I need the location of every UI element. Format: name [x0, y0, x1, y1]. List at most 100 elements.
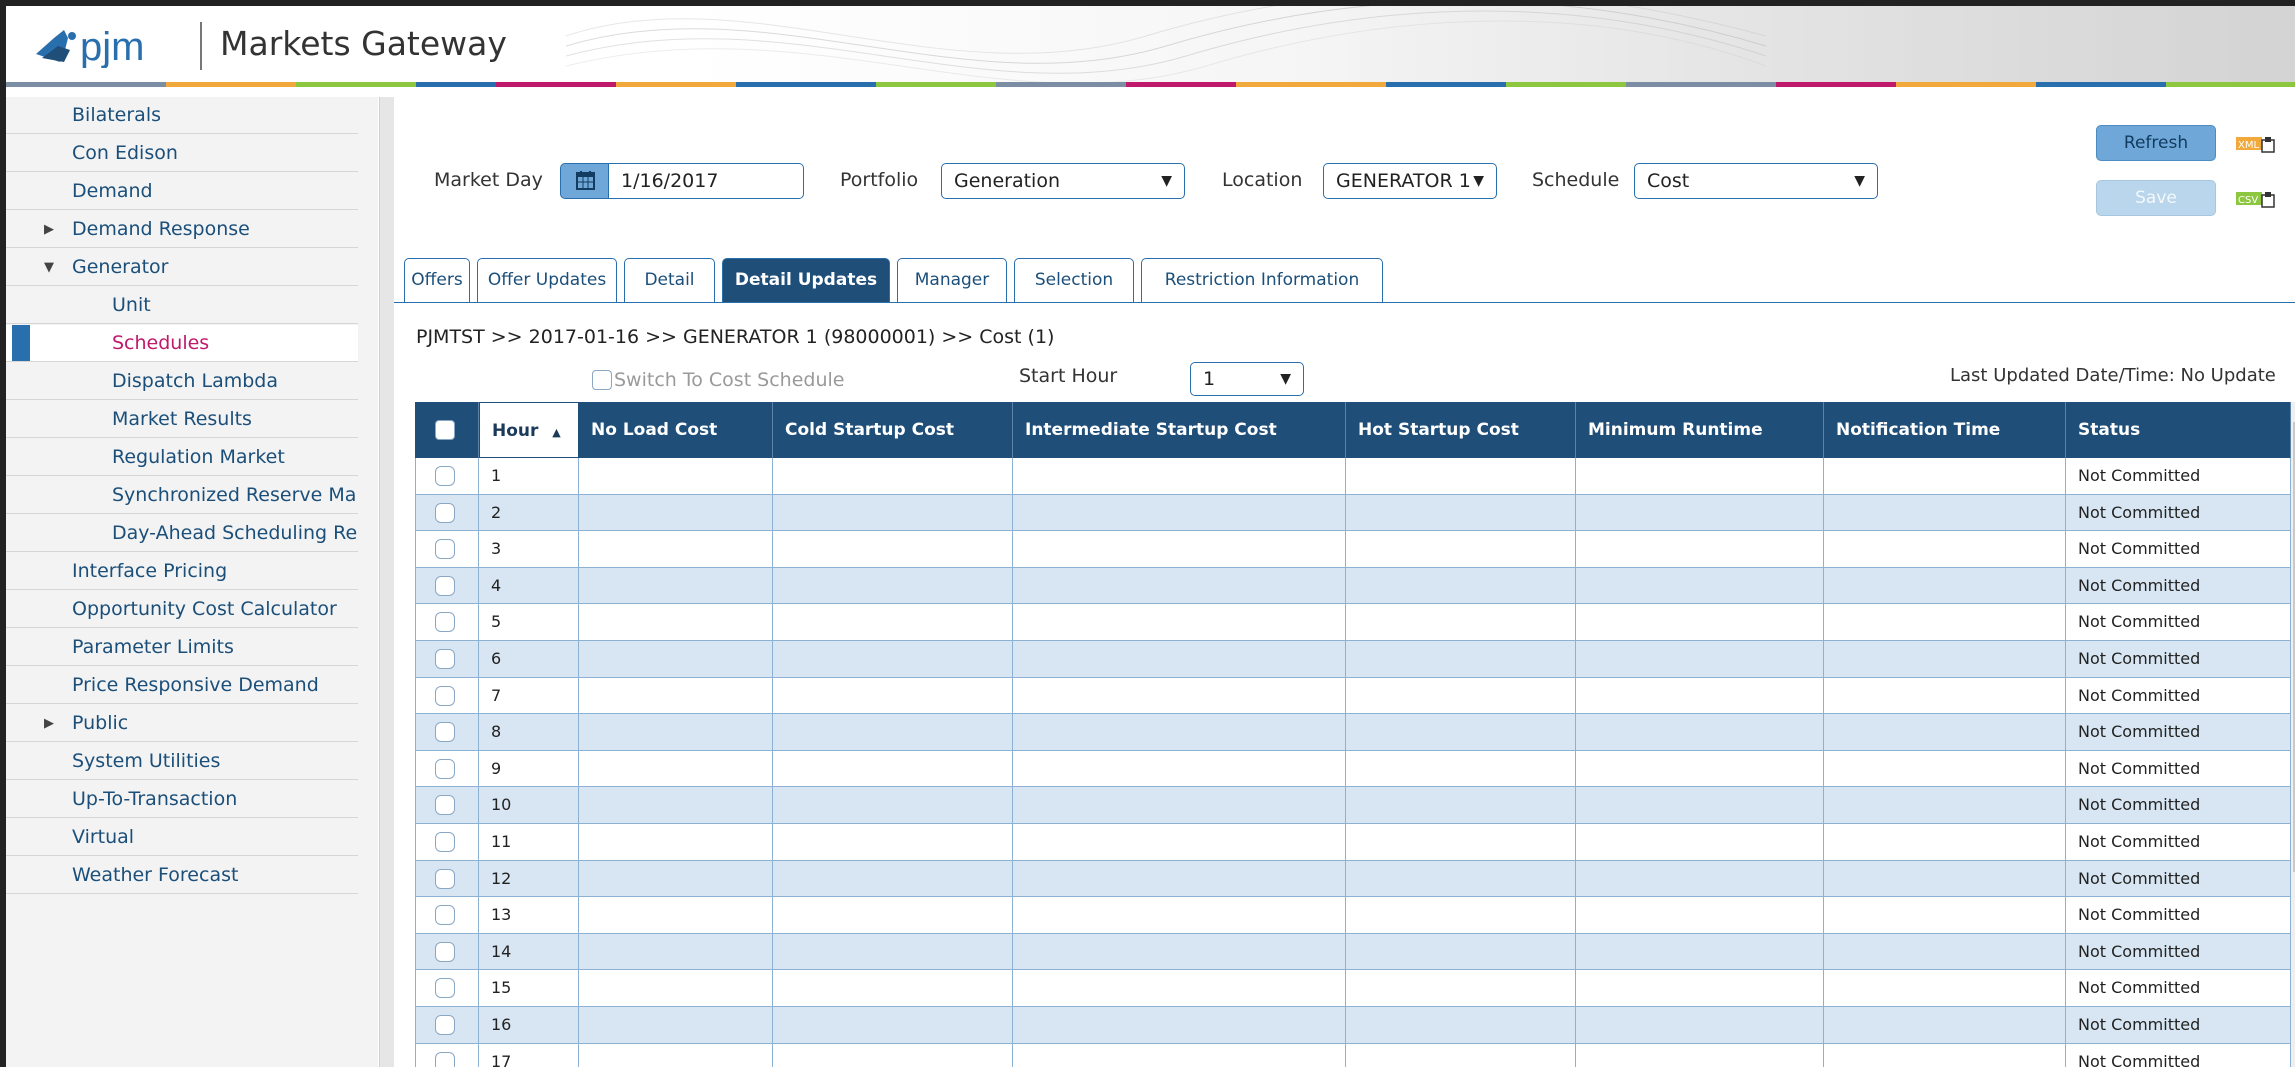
status-cell[interactable]: Not Committed [2066, 933, 2291, 971]
value-cell[interactable] [579, 531, 773, 568]
table-row[interactable]: 13 Not Committed [415, 897, 2291, 934]
value-cell[interactable] [773, 824, 1013, 861]
value-cell[interactable] [773, 897, 1013, 934]
hour-cell[interactable]: 8 [479, 714, 579, 751]
tab[interactable]: Offers [404, 258, 470, 302]
pjm-logo[interactable]: pjm [34, 24, 204, 69]
status-cell[interactable]: Not Committed [2066, 824, 2291, 861]
value-cell[interactable] [1576, 494, 1824, 532]
value-cell[interactable] [773, 933, 1013, 971]
value-cell[interactable] [1824, 677, 2066, 715]
value-cell[interactable] [1576, 1007, 1824, 1044]
value-cell[interactable] [1346, 824, 1576, 861]
market-day-input[interactable]: 1/16/2017 [608, 163, 804, 199]
row-select-cell[interactable] [415, 641, 479, 678]
table-row[interactable]: 12 Not Committed [415, 860, 2291, 898]
switch-cost-schedule-checkbox[interactable] [592, 370, 612, 390]
value-cell[interactable] [1576, 750, 1824, 788]
value-cell[interactable] [1013, 787, 1346, 824]
value-cell[interactable] [1013, 604, 1346, 641]
status-cell[interactable]: Not Committed [2066, 494, 2291, 532]
value-cell[interactable] [1346, 1007, 1576, 1044]
value-cell[interactable] [579, 1007, 773, 1044]
hour-cell[interactable]: 17 [479, 1043, 579, 1067]
tab[interactable]: Selection [1014, 258, 1134, 302]
value-cell[interactable] [1013, 1007, 1346, 1044]
row-checkbox[interactable] [435, 795, 455, 816]
table-row[interactable]: 8 Not Committed [415, 714, 2291, 751]
value-cell[interactable] [1576, 641, 1824, 678]
row-checkbox[interactable] [435, 868, 455, 889]
portfolio-select[interactable]: Generation ▼ [941, 163, 1185, 199]
value-cell[interactable] [1346, 970, 1576, 1007]
sidebar-item[interactable]: Bilaterals [6, 97, 358, 134]
value-cell[interactable] [579, 677, 773, 715]
row-select-cell[interactable] [415, 1043, 479, 1067]
sidebar-item[interactable]: Virtual [6, 819, 358, 856]
row-checkbox[interactable] [435, 941, 455, 962]
row-select-cell[interactable] [415, 604, 479, 641]
row-select-cell[interactable] [415, 714, 479, 751]
sidebar-item[interactable]: Up-To-Transaction [6, 781, 358, 818]
row-select-cell[interactable] [415, 750, 479, 788]
value-cell[interactable] [773, 567, 1013, 605]
value-cell[interactable] [773, 458, 1013, 495]
row-checkbox[interactable] [435, 466, 455, 486]
row-select-cell[interactable] [415, 677, 479, 715]
value-cell[interactable] [1013, 860, 1346, 898]
sidebar-item[interactable]: ▼ Generator [6, 249, 358, 286]
value-cell[interactable] [579, 787, 773, 824]
column-header[interactable]: Cold Startup Cost [773, 402, 1013, 458]
sidebar-item[interactable]: Parameter Limits [6, 629, 358, 666]
value-cell[interactable] [773, 677, 1013, 715]
column-header[interactable]: Status [2066, 402, 2291, 458]
table-row[interactable]: 16 Not Committed [415, 1007, 2291, 1044]
calendar-button[interactable] [560, 163, 610, 199]
row-checkbox[interactable] [435, 575, 455, 596]
sidebar-item[interactable]: Schedules [6, 325, 358, 362]
row-checkbox[interactable] [435, 1015, 455, 1035]
save-button[interactable]: Save [2096, 180, 2216, 216]
column-header[interactable]: Notification Time [1824, 402, 2066, 458]
table-row[interactable]: 3 Not Committed [415, 531, 2291, 568]
value-cell[interactable] [1346, 787, 1576, 824]
tab[interactable]: Restriction Information [1141, 258, 1383, 302]
value-cell[interactable] [1346, 860, 1576, 898]
value-cell[interactable] [1346, 458, 1576, 495]
location-select[interactable]: GENERATOR 1 ▼ [1323, 163, 1497, 199]
value-cell[interactable] [579, 860, 773, 898]
value-cell[interactable] [1013, 750, 1346, 788]
value-cell[interactable] [773, 787, 1013, 824]
value-cell[interactable] [579, 933, 773, 971]
status-cell[interactable]: Not Committed [2066, 1043, 2291, 1067]
value-cell[interactable] [1824, 604, 2066, 641]
value-cell[interactable] [1576, 531, 1824, 568]
value-cell[interactable] [1013, 897, 1346, 934]
value-cell[interactable] [579, 641, 773, 678]
value-cell[interactable] [1824, 860, 2066, 898]
table-row[interactable]: 6 Not Committed [415, 641, 2291, 678]
value-cell[interactable] [773, 641, 1013, 678]
value-cell[interactable] [1346, 567, 1576, 605]
row-select-cell[interactable] [415, 1007, 479, 1044]
value-cell[interactable] [579, 1043, 773, 1067]
value-cell[interactable] [1824, 750, 2066, 788]
sidebar-item[interactable]: Regulation Market [6, 439, 358, 476]
row-checkbox[interactable] [435, 1051, 455, 1067]
value-cell[interactable] [1576, 677, 1824, 715]
value-cell[interactable] [1576, 860, 1824, 898]
value-cell[interactable] [1824, 458, 2066, 495]
column-header[interactable]: Hour ▲ [479, 402, 579, 458]
value-cell[interactable] [1346, 1043, 1576, 1067]
value-cell[interactable] [579, 494, 773, 532]
row-checkbox[interactable] [435, 722, 455, 743]
hour-cell[interactable]: 13 [479, 897, 579, 934]
value-cell[interactable] [1013, 824, 1346, 861]
status-cell[interactable]: Not Committed [2066, 641, 2291, 678]
value-cell[interactable] [1824, 1043, 2066, 1067]
hour-cell[interactable]: 12 [479, 860, 579, 898]
grid-scrollbar[interactable] [2291, 402, 2295, 1067]
value-cell[interactable] [1824, 641, 2066, 678]
table-row[interactable]: 5 Not Committed [415, 604, 2291, 641]
status-cell[interactable]: Not Committed [2066, 970, 2291, 1007]
